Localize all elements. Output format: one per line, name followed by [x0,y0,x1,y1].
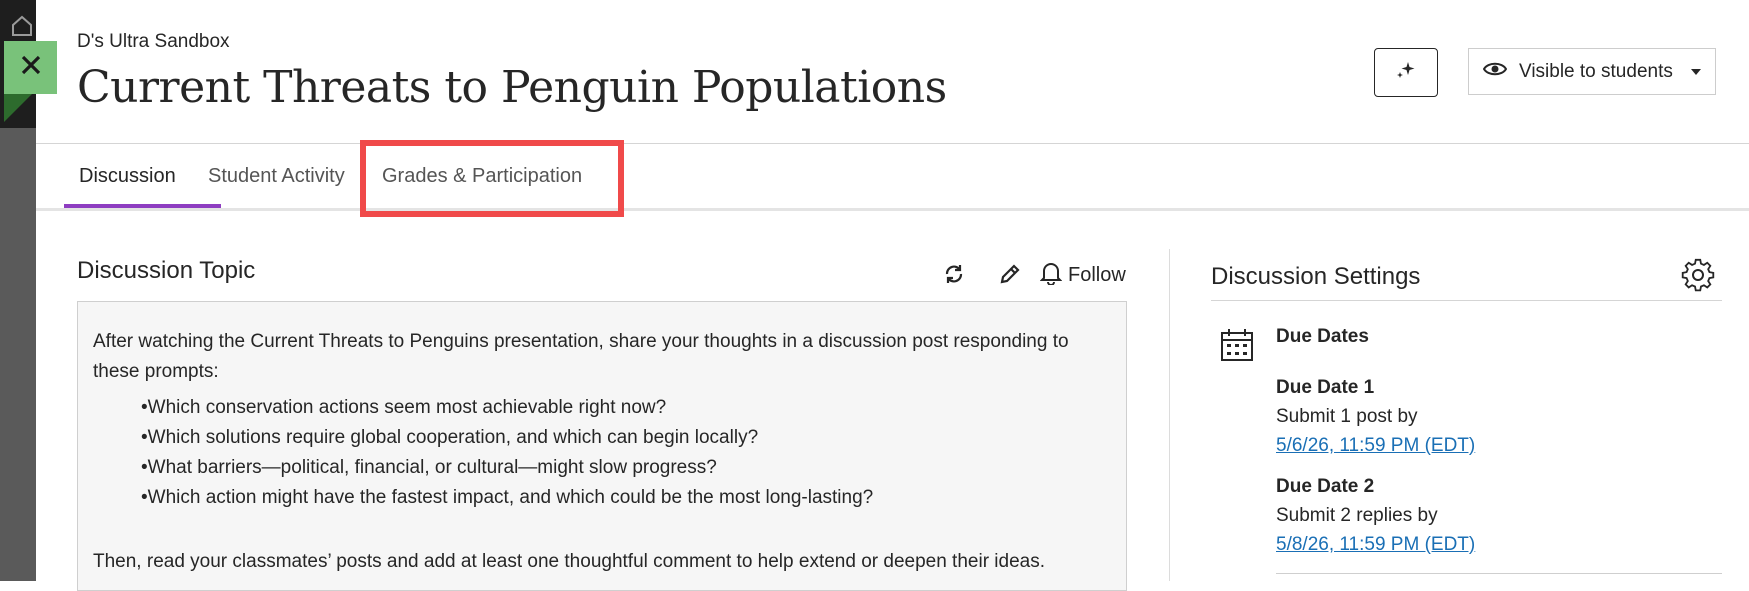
gear-icon [1680,258,1716,298]
ai-assist-button[interactable] [1374,48,1438,97]
prompt-bullet: What barriers—political, financial, or c… [93,453,1113,483]
settings-button[interactable] [1680,258,1716,294]
eye-icon [1482,60,1508,83]
due-date-requirement: Submit 2 replies by [1276,505,1438,526]
tab-grades-participation[interactable]: Grades & Participation [382,144,582,208]
settings-divider [1211,300,1722,301]
home-icon [10,14,34,38]
due-date-link[interactable]: 5/6/26, 11:59 PM (EDT) [1276,435,1475,456]
discussion-panel: D's Ultra Sandbox Current Threats to Pen… [36,0,1749,591]
prompt-list: Which conservation actions seem most ach… [93,393,1113,513]
due-date-name: Due Date 2 [1276,476,1375,497]
close-button[interactable] [4,41,57,94]
edit-button[interactable] [996,262,1024,290]
ai-sparkle-icon [1395,59,1417,86]
due-date-item: Due Date 1 Submit 1 post by 5/6/26, 11:5… [1276,373,1475,460]
page-title: Current Threats to Penguin Populations [77,62,947,113]
tabs-divider [36,208,1749,211]
due-date-requirement: Submit 1 post by [1276,406,1418,427]
follow-label: Follow [1068,263,1126,286]
discussion-topic-heading: Discussion Topic [77,257,256,284]
discussion-prompt-box: After watching the Current Threats to Pe… [77,301,1127,591]
prompt-closing: Then, read your classmates’ posts and ad… [93,551,1045,572]
pencil-icon [998,262,1022,291]
prompt-bullet: Which solutions require global cooperati… [93,423,1113,453]
column-divider [1169,249,1170,581]
bell-icon [1039,261,1063,290]
due-date-name: Due Date 1 [1276,377,1375,398]
prompt-bullet: Which action might have the fastest impa… [93,483,1113,513]
discussion-settings-heading: Discussion Settings [1211,263,1421,290]
due-date-item: Due Date 2 Submit 2 replies by 5/8/26, 1… [1276,472,1475,559]
tab-discussion[interactable]: Discussion [79,144,176,208]
prompt-bullet: Which conservation actions seem most ach… [93,393,1113,423]
follow-button[interactable]: Follow [1039,260,1126,290]
calendar-icon [1220,328,1254,362]
chevron-down-icon [1691,68,1701,75]
due-dates-title: Due Dates [1276,326,1369,347]
due-date-link[interactable]: 5/8/26, 11:59 PM (EDT) [1276,534,1475,555]
tab-bar: Discussion Student Activity Grades & Par… [36,144,1749,208]
tab-student-activity[interactable]: Student Activity [208,144,345,208]
close-icon [19,53,43,82]
close-button-tail [4,94,32,122]
settings-bottom-divider [1276,573,1722,574]
visibility-dropdown[interactable]: Visible to students [1468,48,1716,95]
visibility-label: Visible to students [1519,60,1673,82]
refresh-button[interactable] [940,262,968,290]
refresh-icon [942,262,966,291]
course-name: D's Ultra Sandbox [77,31,230,52]
prompt-intro: After watching the Current Threats to Pe… [93,331,1069,382]
